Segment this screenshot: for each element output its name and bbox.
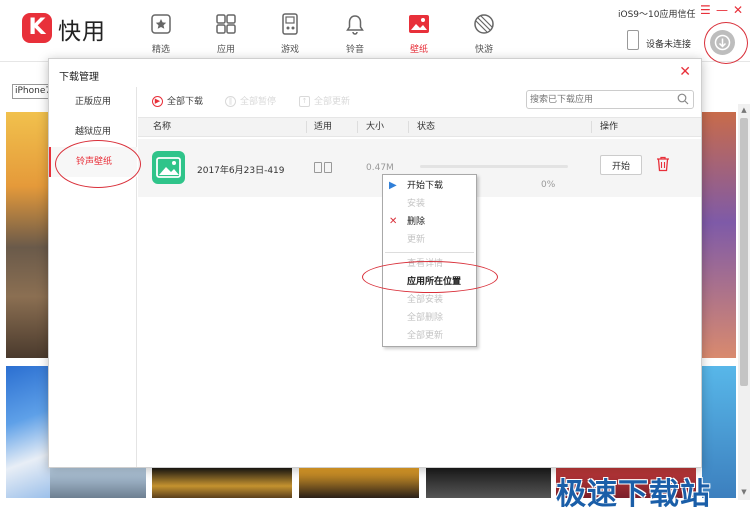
close-window-icon[interactable]: ✕	[733, 3, 743, 17]
column-divider	[306, 121, 307, 133]
menu-divider	[385, 252, 474, 253]
column-divider	[357, 121, 358, 133]
search-icon[interactable]	[677, 93, 689, 105]
pause-circle-icon: ‖	[225, 96, 236, 107]
download-all-button[interactable]: ▶ 全部下载	[152, 94, 203, 107]
play-circle-icon: ▶	[152, 96, 163, 107]
gamepad-icon	[282, 13, 298, 35]
nav-label: 壁纸	[409, 45, 428, 55]
nav-item-apps[interactable]: 应用	[206, 13, 246, 55]
menu-item-update-all[interactable]: 全部更新	[383, 327, 476, 345]
column-divider	[408, 121, 409, 133]
nav-item-wallpaper[interactable]: 壁纸	[399, 13, 439, 55]
leaf-icon	[474, 14, 494, 34]
menu-icon[interactable]: ☰	[700, 3, 711, 17]
bell-icon	[346, 15, 364, 35]
column-header-status: 状态	[417, 122, 436, 132]
menu-item-label: 全部更新	[407, 331, 444, 341]
nav-item-featured[interactable]: 精选	[141, 13, 181, 55]
phone-icon	[627, 30, 639, 50]
device-status: 设备未连接	[646, 40, 692, 50]
nav-item-quick-games[interactable]: 快游	[464, 13, 504, 55]
wallpaper-icon	[409, 15, 429, 33]
scroll-down-icon[interactable]: ▼	[739, 488, 749, 498]
update-icon: ↑	[299, 96, 310, 107]
start-button[interactable]: 开始	[600, 155, 642, 175]
column-header-name: 名称	[153, 122, 172, 132]
menu-item-delete[interactable]: ✕ 删除	[383, 213, 476, 231]
download-manager-dialog: 下载管理 ✕ 正版应用 越狱应用 铃声壁纸 ▶ 全部下载 ‖ 全部暂停 ↑ 全部更新 …	[48, 58, 702, 468]
device-model-select[interactable]: iPhone7	[12, 84, 52, 99]
star-icon	[151, 14, 171, 34]
trash-icon[interactable]	[656, 156, 670, 172]
wallpaper-thumb[interactable]	[6, 366, 50, 498]
compat-devices-icon	[314, 162, 334, 176]
nav-item-ringtones[interactable]: 铃音	[335, 13, 375, 55]
nav-label: 游戏	[280, 45, 299, 55]
annotation-circle-menu-location	[362, 261, 498, 293]
dialog-close-icon[interactable]: ✕	[679, 64, 691, 80]
nav-label: 铃音	[345, 45, 364, 55]
scrollbar-thumb[interactable]	[740, 118, 748, 386]
image-icon	[156, 157, 181, 178]
nav-label: 精选	[151, 45, 170, 55]
annotation-circle-sidebar	[55, 140, 141, 188]
wallpaper-item-icon	[152, 151, 185, 184]
menu-item-start-download[interactable]: ▶ 开始下载	[383, 177, 476, 195]
search-input[interactable]	[527, 91, 667, 108]
nav-label: 应用	[216, 45, 235, 55]
search-box	[526, 90, 694, 109]
menu-item-label: 删除	[407, 217, 426, 227]
minimize-icon[interactable]: —	[716, 3, 728, 17]
sidebar-item-official-apps[interactable]: 正版应用	[49, 87, 137, 117]
update-all-button[interactable]: ↑ 全部更新	[299, 94, 350, 107]
download-progress-bar	[420, 165, 568, 168]
scroll-up-icon[interactable]: ▲	[739, 106, 749, 116]
column-header-size: 大小	[366, 122, 385, 132]
wallpaper-thumb[interactable]	[299, 468, 419, 498]
dialog-title: 下载管理	[59, 72, 99, 83]
site-watermark: 极速下载站	[556, 477, 711, 512]
progress-percent: 0%	[541, 180, 556, 190]
column-divider	[591, 121, 592, 133]
column-header-action: 操作	[600, 122, 619, 132]
pause-all-button[interactable]: ‖ 全部暂停	[225, 94, 276, 107]
menu-item-install-all[interactable]: 全部安装	[383, 291, 476, 309]
wallpaper-thumb[interactable]	[702, 112, 736, 358]
menu-item-label: 开始下载	[407, 181, 444, 191]
annotation-circle-download	[704, 22, 748, 64]
pause-all-label: 全部暂停	[240, 97, 277, 107]
menu-item-update[interactable]: 更新	[383, 231, 476, 249]
wallpaper-thumb[interactable]	[50, 468, 146, 498]
menu-item-install[interactable]: 安装	[383, 195, 476, 213]
menu-item-delete-all[interactable]: 全部删除	[383, 309, 476, 327]
item-name: 2017年6月23日-419	[197, 166, 285, 176]
menu-item-label: 更新	[407, 235, 426, 245]
menu-item-label: 全部安装	[407, 295, 444, 305]
update-all-label: 全部更新	[314, 97, 351, 107]
delete-x-icon: ✕	[389, 216, 398, 227]
play-icon: ▶	[389, 180, 397, 191]
top-bar: K 快用 精选 应用 游戏 铃音 壁纸 快游 iOS9～10应用信任 ☰ — ✕…	[0, 0, 750, 62]
download-all-label: 全部下载	[167, 97, 204, 107]
column-header-compat: 适用	[314, 122, 333, 132]
wallpaper-thumb[interactable]	[426, 468, 551, 498]
kuaiyong-logo: K	[22, 13, 52, 43]
menu-item-label: 全部删除	[407, 313, 444, 323]
item-size: 0.47M	[366, 163, 394, 173]
apps-grid-icon	[216, 14, 236, 34]
menu-item-label: 安装	[407, 199, 426, 209]
nav-item-games[interactable]: 游戏	[270, 13, 310, 55]
app-name: 快用	[58, 19, 106, 45]
ios-trust-link[interactable]: iOS9～10应用信任	[618, 7, 695, 20]
wallpaper-thumb[interactable]	[152, 468, 292, 498]
wallpaper-thumb[interactable]	[6, 112, 50, 358]
nav-label: 快游	[474, 45, 493, 55]
